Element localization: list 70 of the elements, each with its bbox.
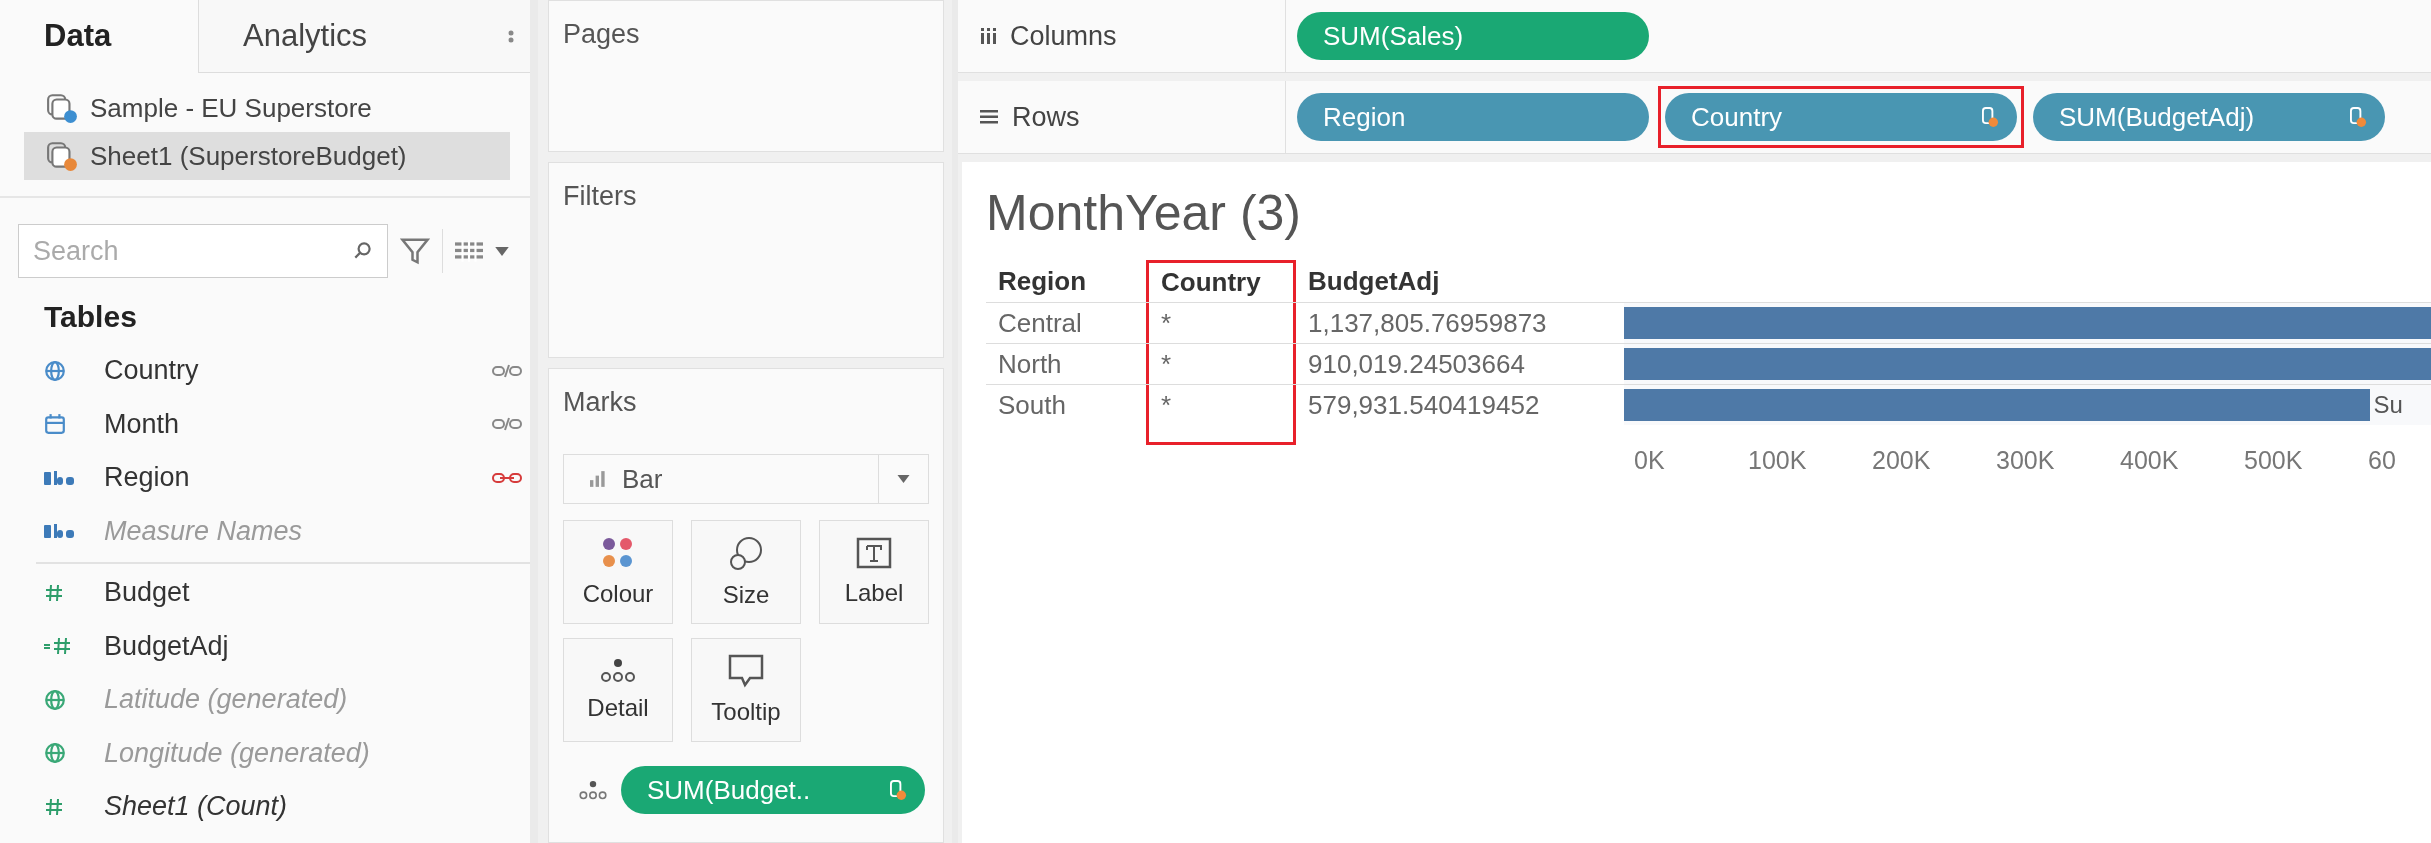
field-name[interactable]: Budget [104, 577, 522, 609]
axis-tick-label: 500K [2244, 446, 2304, 475]
field-name[interactable]: Region [104, 462, 492, 494]
data-source-item[interactable]: Sample - EU Superstore [24, 84, 510, 132]
shelf-label: Rows [1012, 101, 1080, 133]
table-cell: * [1161, 348, 1172, 380]
marks-property-button[interactable]: Colour [563, 520, 673, 624]
number-type-icon [44, 796, 64, 817]
search-field[interactable]: Search [18, 224, 388, 278]
link-icon[interactable] [492, 363, 522, 378]
active-link-icon[interactable] [492, 470, 522, 485]
caret-icon[interactable] [495, 246, 509, 256]
shelf-label: Columns [1010, 20, 1117, 52]
link-icon[interactable] [492, 417, 522, 432]
section-heading: Tables [43, 299, 138, 335]
data-source-item[interactable]: Sheet1 (SuperstoreBudget) [24, 132, 510, 180]
view-title: MonthYear (3) [986, 184, 1302, 242]
table-cell: * [1161, 389, 1172, 421]
marks-property-button[interactable]: Size [691, 520, 801, 624]
table-cell: North [998, 348, 1062, 380]
rows-icon [980, 110, 998, 124]
speech-bubble-icon [728, 654, 764, 688]
database-icon [46, 92, 78, 124]
calendar-icon [44, 413, 66, 436]
globe-icon [44, 742, 66, 765]
grip-icon[interactable] [508, 30, 514, 44]
marks-property-button[interactable]: Label [819, 520, 929, 624]
column-header[interactable]: BudgetAdj [1308, 265, 1440, 297]
list-view-icon[interactable] [455, 240, 483, 262]
pane-tab[interactable]: Analytics [198, 0, 530, 73]
linked-number-icon [44, 636, 72, 657]
card-title: Pages [563, 19, 641, 50]
field-name[interactable]: Country [104, 355, 492, 387]
text-label-icon [856, 537, 892, 569]
globe-icon [44, 688, 66, 711]
mark-type-dropdown[interactable]: Bar [563, 454, 929, 504]
size-circles-icon [728, 535, 764, 571]
number-type-icon [44, 582, 64, 603]
database-icon [46, 140, 78, 172]
detail-dots-icon [598, 658, 638, 684]
axis-tick-label: 0K [1633, 446, 1666, 475]
column-header[interactable]: Region [998, 265, 1087, 297]
axis-tick-label: 60 [2368, 446, 2396, 475]
bar-label: Su [2373, 391, 2403, 419]
table-cell: 910,019.24503664 [1308, 348, 1525, 380]
axis-tick-label: 100K [1748, 446, 1808, 475]
table-cell: Central [998, 307, 1082, 339]
filter-icon[interactable] [400, 236, 430, 266]
colour-dots-icon [601, 536, 635, 570]
card-title: Filters [563, 181, 638, 212]
card-title: Marks [563, 387, 638, 418]
marks-property-button[interactable]: Detail [563, 638, 673, 742]
caret-icon [897, 475, 910, 483]
axis-tick-label: 400K [2120, 446, 2180, 475]
axis-tick-label: 300K [1996, 446, 2056, 475]
columns-icon [980, 28, 996, 44]
axis-tick-label: 200K [1872, 446, 1932, 475]
table-cell: 579,931.540419452 [1308, 389, 1540, 421]
marks-property-button[interactable]: Tooltip [691, 638, 801, 742]
detail-dots-icon [577, 779, 609, 801]
table-cell: * [1161, 307, 1172, 339]
field-name[interactable]: BudgetAdj [104, 630, 522, 662]
globe-icon [44, 359, 66, 382]
linked-source-icon [890, 779, 907, 801]
table-cell: 1,137,805.76959873 [1308, 307, 1547, 339]
field-name[interactable]: Month [104, 408, 492, 440]
bar-chart-icon [590, 471, 608, 487]
pane-tab[interactable]: Data [0, 0, 198, 72]
field-name[interactable]: Sheet1 (Count) [104, 791, 522, 823]
table-cell: South [998, 389, 1066, 421]
